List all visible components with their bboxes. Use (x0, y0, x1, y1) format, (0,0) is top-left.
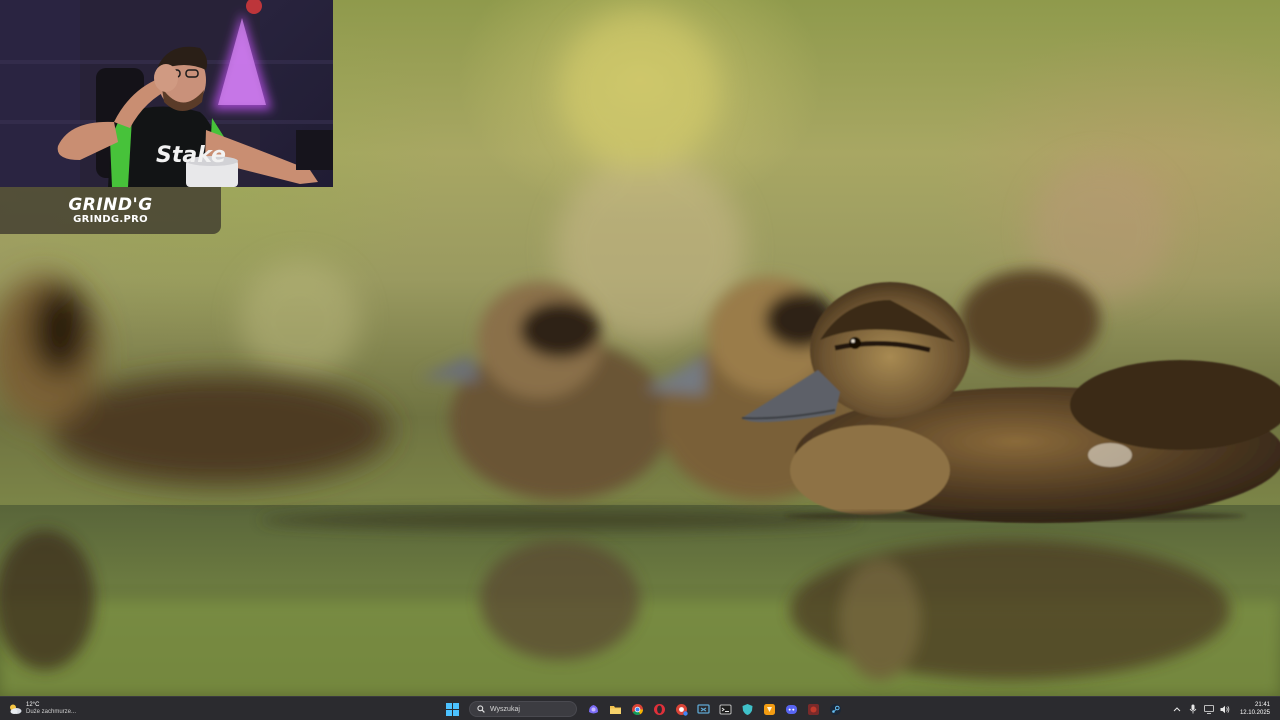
taskbar-app-shield[interactable] (739, 701, 756, 718)
shield-icon (742, 703, 753, 715)
taskbar-app-steam[interactable] (827, 701, 844, 718)
remote-desktop-icon (697, 703, 710, 714)
weather-description: Duże zachmurze... (26, 709, 77, 715)
network-icon (1204, 704, 1214, 714)
search-placeholder: Wyszukaj (490, 705, 520, 713)
taskbar-app-chrome-alt[interactable] (673, 701, 690, 718)
chrome-icon (632, 703, 643, 715)
taskbar-app-game[interactable] (805, 701, 822, 718)
game-app-icon (808, 703, 819, 715)
taskbar-app-discord[interactable] (783, 701, 800, 718)
tray-overflow-button[interactable] (1172, 704, 1182, 714)
windows-logo-icon (446, 702, 459, 716)
system-tray: 21:41 12.10.2025 (1172, 699, 1270, 719)
weather-widget[interactable]: 12°C Duże zachmurze... (8, 699, 76, 719)
chrome-profile-icon (676, 703, 688, 716)
microphone-icon (1189, 704, 1197, 714)
webcam-overlay: Stake (0, 0, 333, 187)
volume-icon (1220, 705, 1230, 713)
brand-website: GRINDG.PRO (73, 213, 148, 225)
taskbar-app-file-explorer[interactable] (607, 701, 624, 718)
taskbar-app-orange[interactable] (761, 701, 778, 718)
folder-icon (610, 705, 621, 714)
tray-volume[interactable] (1220, 704, 1230, 714)
taskbar-app-blue[interactable] (695, 701, 712, 718)
orange-app-icon (764, 703, 775, 715)
jersey-text: Stake (156, 143, 226, 168)
tray-network[interactable] (1204, 704, 1214, 714)
weather-temperature: 12°C (26, 702, 40, 708)
clock-date: 12.10.2025 (1239, 710, 1270, 716)
stream-brand-badge: GRIND'G GRINDG.PRO (0, 187, 221, 234)
search-icon (477, 705, 485, 713)
chevron-up-icon (1173, 707, 1181, 712)
taskbar-app-chrome[interactable] (629, 701, 646, 718)
taskbar-app-opera[interactable] (651, 701, 668, 718)
streamer-camera-feed: Stake (0, 0, 333, 187)
taskbar-clock[interactable]: 21:41 12.10.2025 (1240, 701, 1270, 717)
start-button[interactable] (444, 701, 461, 718)
opera-icon (654, 703, 665, 715)
clock-time: 21:41 (1254, 702, 1270, 708)
terminal-icon (719, 704, 732, 714)
taskbar-app-terminal[interactable] (717, 701, 734, 718)
brand-logo-text: GRIND'G (68, 194, 153, 215)
steam-icon (830, 703, 841, 715)
tray-microphone[interactable] (1188, 704, 1198, 714)
copilot-icon (589, 704, 598, 713)
discord-icon (786, 704, 797, 714)
taskbar: 12°C Duże zachmurze... Wyszukaj 21:41 12… (0, 696, 1280, 720)
taskbar-app-copilot[interactable] (585, 701, 602, 718)
taskbar-center: Wyszukaj (444, 699, 844, 719)
partly-cloudy-icon (10, 704, 22, 714)
taskbar-search[interactable]: Wyszukaj (469, 701, 577, 717)
